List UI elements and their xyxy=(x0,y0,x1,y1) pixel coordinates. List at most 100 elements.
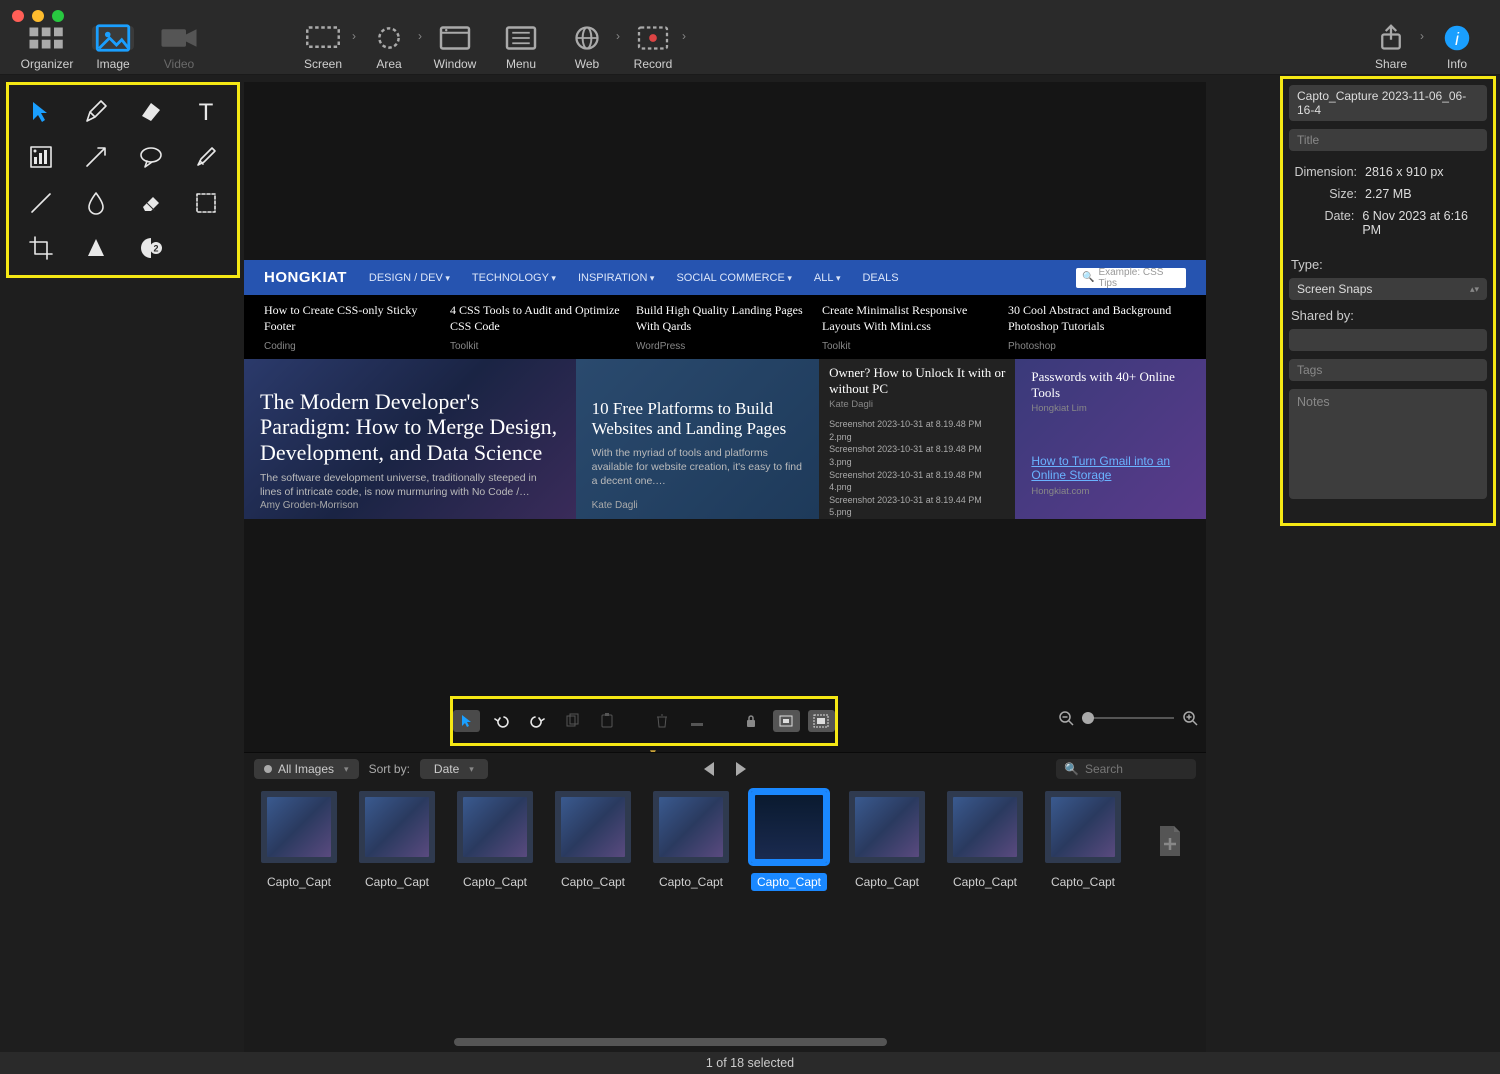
strip-scrollbar[interactable] xyxy=(454,1038,1056,1046)
maximize-window[interactable] xyxy=(52,10,64,22)
undo-action[interactable] xyxy=(488,710,515,732)
web-capture[interactable]: Web xyxy=(556,26,618,71)
record-capture[interactable]: Record xyxy=(622,26,684,71)
hk-folder-list: Screenshot 2023-10-31 at 8.19.48 PM 2.pn… xyxy=(829,418,1005,519)
organizer-tab[interactable]: Organizer xyxy=(16,26,78,71)
zoom-in-icon[interactable] xyxy=(1182,710,1198,726)
thumbnail-item[interactable]: Capto_Capt xyxy=(550,791,636,891)
hk-logo: HONGKIAT xyxy=(264,269,347,286)
hk-hero1-author: Amy Groden-Morrison xyxy=(260,500,358,511)
date-key: Date: xyxy=(1291,209,1354,237)
hk-hero4-auth: Hongkiat Lim xyxy=(1031,403,1190,414)
thumb-image xyxy=(849,791,925,863)
cursor-tool[interactable] xyxy=(13,89,68,135)
zoom-slider[interactable] xyxy=(1082,717,1174,719)
trash-action[interactable] xyxy=(648,710,675,732)
thumbnail-item[interactable]: Capto_Capt xyxy=(746,791,832,891)
type-select[interactable]: Screen Snaps▴▾ xyxy=(1289,278,1487,300)
paste-action[interactable] xyxy=(593,710,620,732)
window-controls xyxy=(12,10,64,22)
callout-tool[interactable] xyxy=(123,135,178,181)
toolbar: Organizer Image Video Screen Area Window… xyxy=(0,0,1500,75)
actual-size-action[interactable] xyxy=(808,710,835,732)
thumb-search[interactable]: 🔍Search xyxy=(1056,759,1196,779)
image-tab[interactable]: Image xyxy=(82,26,144,71)
folder-line: Screenshot 2023-10-31 at 8.19.48 PM 2.pn… xyxy=(829,418,1005,443)
shared-label: Shared by: xyxy=(1291,308,1487,323)
title-field[interactable]: Title xyxy=(1289,129,1487,151)
shared-field[interactable] xyxy=(1289,329,1487,351)
video-tab[interactable]: Video xyxy=(148,26,210,71)
marquee-tool[interactable] xyxy=(178,180,233,226)
thumb-label: Capto_Capt xyxy=(261,873,337,891)
add-capture-button[interactable] xyxy=(1148,811,1192,871)
hk-sub-title-1: 4 CSS Tools to Audit and Optimize CSS Co… xyxy=(450,303,628,334)
minimize-window[interactable] xyxy=(32,10,44,22)
step-tool[interactable]: 2 xyxy=(123,226,178,272)
spotlight-tool[interactable] xyxy=(68,226,123,272)
chart-tool[interactable] xyxy=(13,135,68,181)
splitter-handle[interactable] xyxy=(648,744,660,750)
hk-search: 🔍 Example: CSS Tips xyxy=(1076,268,1186,288)
window-label: Window xyxy=(434,57,477,71)
crop-tool[interactable] xyxy=(13,226,68,272)
hk-nav-deals: DEALS xyxy=(862,272,898,284)
thumb-label: Capto_Capt xyxy=(947,873,1023,891)
screen-label: Screen xyxy=(304,57,342,71)
hk-sub-title-2: Build High Quality Landing Pages With Qa… xyxy=(636,303,814,334)
thumbnail-item[interactable]: Capto_Capt xyxy=(452,791,538,891)
svg-text:T: T xyxy=(198,99,213,126)
screen-capture[interactable]: Screen xyxy=(292,26,354,71)
pencil-tool[interactable] xyxy=(68,89,123,135)
edit-tools-panel: T 2 xyxy=(6,82,240,278)
sort-dropdown[interactable]: Date xyxy=(420,759,488,779)
thumbnail-item[interactable]: Capto_Capt xyxy=(942,791,1028,891)
thumbnail-item[interactable]: Capto_Capt xyxy=(354,791,440,891)
share-label: Share xyxy=(1375,57,1407,71)
filename-field[interactable]: Capto_Capture 2023-11-06_06-16-4 xyxy=(1289,85,1487,121)
video-label: Video xyxy=(164,57,194,71)
redo-action[interactable] xyxy=(523,710,550,732)
flatten-action[interactable] xyxy=(683,710,710,732)
select-action[interactable] xyxy=(453,710,480,732)
next-arrow[interactable] xyxy=(736,762,746,776)
blur-tool[interactable] xyxy=(68,180,123,226)
area-capture[interactable]: Area xyxy=(358,26,420,71)
hk-hero3-title1: Owner? How to Unlock It with or without … xyxy=(829,365,1005,396)
line-tool[interactable] xyxy=(13,180,68,226)
info-button[interactable]: i Info xyxy=(1426,26,1488,71)
close-window[interactable] xyxy=(12,10,24,22)
notes-field[interactable]: Notes xyxy=(1289,389,1487,499)
hk-sub-cat-4: Photoshop xyxy=(1008,340,1186,353)
thumb-label: Capto_Capt xyxy=(1045,873,1121,891)
thumb-image xyxy=(653,791,729,863)
arrow-tool[interactable] xyxy=(68,135,123,181)
organizer-label: Organizer xyxy=(21,57,74,71)
hk-hero4-site: Hongkiat.com xyxy=(1031,486,1190,497)
thumbnail-item[interactable]: Capto_Capt xyxy=(648,791,734,891)
tags-field[interactable]: Tags xyxy=(1289,359,1487,381)
type-value: Screen Snaps xyxy=(1297,282,1372,296)
hk-hero4-title: Passwords with 40+ Online Tools xyxy=(1031,369,1190,400)
prev-arrow[interactable] xyxy=(704,762,714,776)
filter-dropdown[interactable]: All Images xyxy=(254,759,359,779)
share-button[interactable]: Share xyxy=(1360,26,1422,71)
search-placeholder: Search xyxy=(1085,762,1123,776)
hk-nav-social: SOCIAL COMMERCE xyxy=(676,272,791,284)
copy-action[interactable] xyxy=(558,710,585,732)
lock-action[interactable] xyxy=(738,710,765,732)
shape-tool[interactable] xyxy=(123,89,178,135)
hk-sub-cat-3: Toolkit xyxy=(822,340,1000,353)
thumbnail-item[interactable]: Capto_Capt xyxy=(1040,791,1126,891)
fit-action[interactable] xyxy=(773,710,800,732)
thumbnail-item[interactable]: Capto_Capt xyxy=(256,791,342,891)
thumb-image xyxy=(457,791,533,863)
text-tool[interactable]: T xyxy=(178,89,233,135)
eraser-tool[interactable] xyxy=(123,180,178,226)
highlighter-tool[interactable] xyxy=(178,135,233,181)
thumbnail-item[interactable]: Capto_Capt xyxy=(844,791,930,891)
menu-capture[interactable]: Menu xyxy=(490,26,552,71)
window-capture[interactable]: Window xyxy=(424,26,486,71)
hk-nav-all: ALL xyxy=(814,272,841,284)
zoom-out-icon[interactable] xyxy=(1058,710,1074,726)
